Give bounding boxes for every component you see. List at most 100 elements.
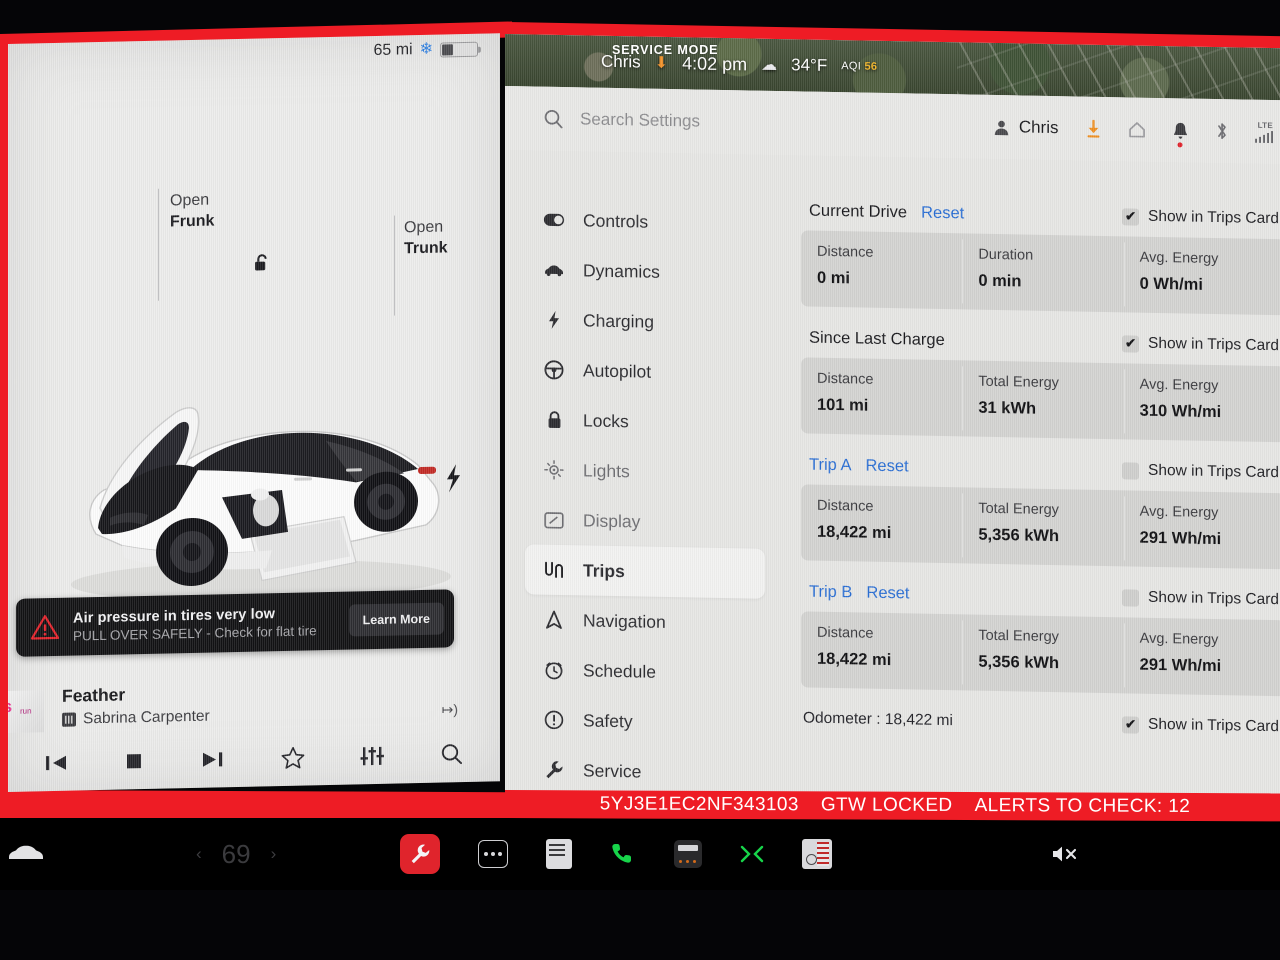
climate-control[interactable]: ‹ 69 ›: [196, 839, 276, 870]
more-button[interactable]: [478, 840, 508, 868]
cell-label: Duration: [978, 246, 1034, 264]
odometer-row: Odometer : 18,422 mi ✔ Show in Trips Car…: [799, 709, 1280, 736]
temp-decrease-button[interactable]: ‹: [196, 844, 202, 864]
reset-button[interactable]: Reset: [865, 456, 908, 476]
media-search-button[interactable]: [439, 737, 465, 772]
keypad-icon: [674, 840, 702, 868]
service-button[interactable]: [400, 834, 440, 874]
show-in-trips-card-toggle[interactable]: ✖ Show in Trips Card: [1122, 588, 1279, 609]
temp-increase-button[interactable]: ›: [271, 844, 277, 864]
sidebar-item-dynamics[interactable]: Dynamics: [505, 244, 785, 299]
trip-cell: Total Energy 5,356 kWh: [962, 487, 1123, 566]
sidebar-item-trips[interactable]: Trips: [525, 544, 765, 599]
bottom-taskbar: ‹ 69 ›: [0, 818, 1280, 890]
cell-value: 101 mi: [817, 395, 869, 415]
frunk-target-label: Frunk: [170, 212, 215, 231]
cell-label: Avg. Energy: [1139, 376, 1219, 395]
show-in-trips-card-label: Show in Trips Card: [1148, 588, 1279, 609]
open-frunk-button[interactable]: Open Frunk: [170, 189, 214, 232]
checkbox-checked: ✔: [1122, 715, 1140, 734]
more-dots-icon: [478, 840, 508, 868]
service-mode-status-bar: 5YJ3E1EC2NF343103 GTW LOCKED ALERTS TO C…: [505, 790, 1280, 822]
cloud-icon: ☁: [761, 56, 778, 74]
download-icon[interactable]: [1085, 119, 1102, 138]
trips-content: Current Drive Reset ✔ Show in Trips Card…: [785, 155, 1280, 810]
phone-button[interactable]: [610, 841, 636, 867]
hd-audio-icon: ↦): [441, 701, 458, 718]
trip-cell: Distance 101 mi: [801, 357, 962, 436]
vin-label: 5YJ3E1EC2NF343103: [599, 793, 799, 816]
odometer-value: Odometer : 18,422 mi: [803, 709, 953, 730]
aqi-value: 56: [864, 60, 878, 73]
sidebar-item-label: Lights: [583, 459, 630, 481]
radio-button[interactable]: [802, 839, 832, 869]
unlocked-padlock-icon[interactable]: [251, 252, 273, 274]
equalizer-button[interactable]: [359, 739, 385, 774]
sidebar-item-navigation[interactable]: Navigation: [505, 594, 785, 649]
section-title[interactable]: Trip A: [809, 455, 851, 475]
sidebar-item-label: Safety: [583, 709, 633, 731]
sidebar-item-controls[interactable]: Controls: [505, 194, 785, 249]
toggle-icon: [543, 213, 565, 227]
mute-button[interactable]: [1050, 843, 1080, 865]
show-in-trips-card-toggle[interactable]: ✔ Show in Trips Card: [1122, 334, 1279, 355]
cell-value: 291 Wh/mi: [1139, 528, 1222, 549]
trip-card: Distance 0 mi Duration 0 min Avg. Energy…: [801, 230, 1280, 316]
notification-dot: [1177, 141, 1183, 147]
car-icon[interactable]: [6, 840, 46, 869]
sidebar-item-locks[interactable]: Locks: [505, 394, 785, 449]
track-title: Feather: [62, 684, 126, 706]
trunk-action-label: Open: [404, 218, 444, 237]
clock-icon: [543, 660, 565, 680]
service-mode-label: SERVICE MODE: [612, 43, 719, 57]
section-title[interactable]: Trip B: [809, 582, 852, 602]
next-track-button[interactable]: [200, 742, 226, 777]
trip-cell: Avg. Energy 291 Wh/mi: [1124, 617, 1280, 696]
search-input[interactable]: Search Settings: [543, 108, 873, 135]
stop-button[interactable]: [122, 744, 146, 779]
reset-button[interactable]: Reset: [921, 203, 964, 223]
sidebar-item-display[interactable]: Display: [505, 494, 785, 549]
reset-button[interactable]: Reset: [866, 583, 909, 603]
tire-pressure-alert[interactable]: Air pressure in tires very low PULL OVER…: [16, 589, 454, 657]
previous-track-button[interactable]: [43, 746, 69, 781]
album-art[interactable]: ts run: [8, 690, 44, 734]
taskbar-left: ‹ 69 ›: [0, 839, 400, 870]
tesla-model-3-icon[interactable]: [26, 314, 486, 624]
cell-label: Avg. Energy: [1139, 630, 1219, 649]
trip-card: Distance 101 mi Total Energy 31 kWh Avg.…: [801, 357, 1280, 443]
checkbox-checked: ✔: [1122, 207, 1140, 226]
sidebar-item-safety[interactable]: Safety: [505, 694, 785, 749]
sidebar-item-schedule[interactable]: Schedule: [505, 644, 785, 699]
source-badge-icon: [62, 712, 76, 727]
favorite-button[interactable]: [280, 741, 306, 776]
aqi-indicator: AQI 56: [841, 60, 877, 73]
profile-button[interactable]: Chris: [993, 117, 1059, 138]
track-artist-row: Sabrina Carpenter: [62, 708, 210, 729]
frunk-leader-line: [158, 188, 159, 301]
sidebar-item-lights[interactable]: Lights: [505, 444, 785, 499]
show-in-trips-card-toggle[interactable]: ✖ Show in Trips Card: [1122, 461, 1279, 482]
lock-icon: [543, 410, 565, 430]
sidebar-item-autopilot[interactable]: Autopilot: [505, 344, 785, 399]
sidebar-item-label: Dynamics: [583, 259, 660, 282]
bluetooth-icon[interactable]: [1215, 121, 1229, 141]
bell-icon[interactable]: [1172, 121, 1189, 147]
gateway-label: GTW LOCKED: [820, 794, 953, 816]
cell-label: Avg. Energy: [1139, 249, 1219, 268]
glovebox-button[interactable]: [546, 839, 572, 869]
car-icon: [543, 263, 565, 277]
show-in-trips-card-toggle[interactable]: ✔ Show in Trips Card: [1122, 715, 1279, 736]
trip-card: Distance 18,422 mi Total Energy 5,356 kW…: [801, 611, 1280, 697]
home-icon[interactable]: [1128, 120, 1146, 138]
open-trunk-button[interactable]: Open Trunk: [404, 216, 448, 259]
shuffle-button[interactable]: [740, 843, 764, 865]
sidebar-item-label: Trips: [583, 559, 625, 581]
sidebar-item-charging[interactable]: Charging: [505, 294, 785, 349]
learn-more-button[interactable]: Learn More: [348, 602, 444, 637]
search-placeholder: Search Settings: [580, 109, 701, 131]
battery-icon: [440, 41, 478, 58]
lightning-bolt-icon: [543, 310, 565, 330]
keypad-button[interactable]: [674, 840, 702, 868]
show-in-trips-card-toggle[interactable]: ✔ Show in Trips Card: [1122, 207, 1279, 228]
